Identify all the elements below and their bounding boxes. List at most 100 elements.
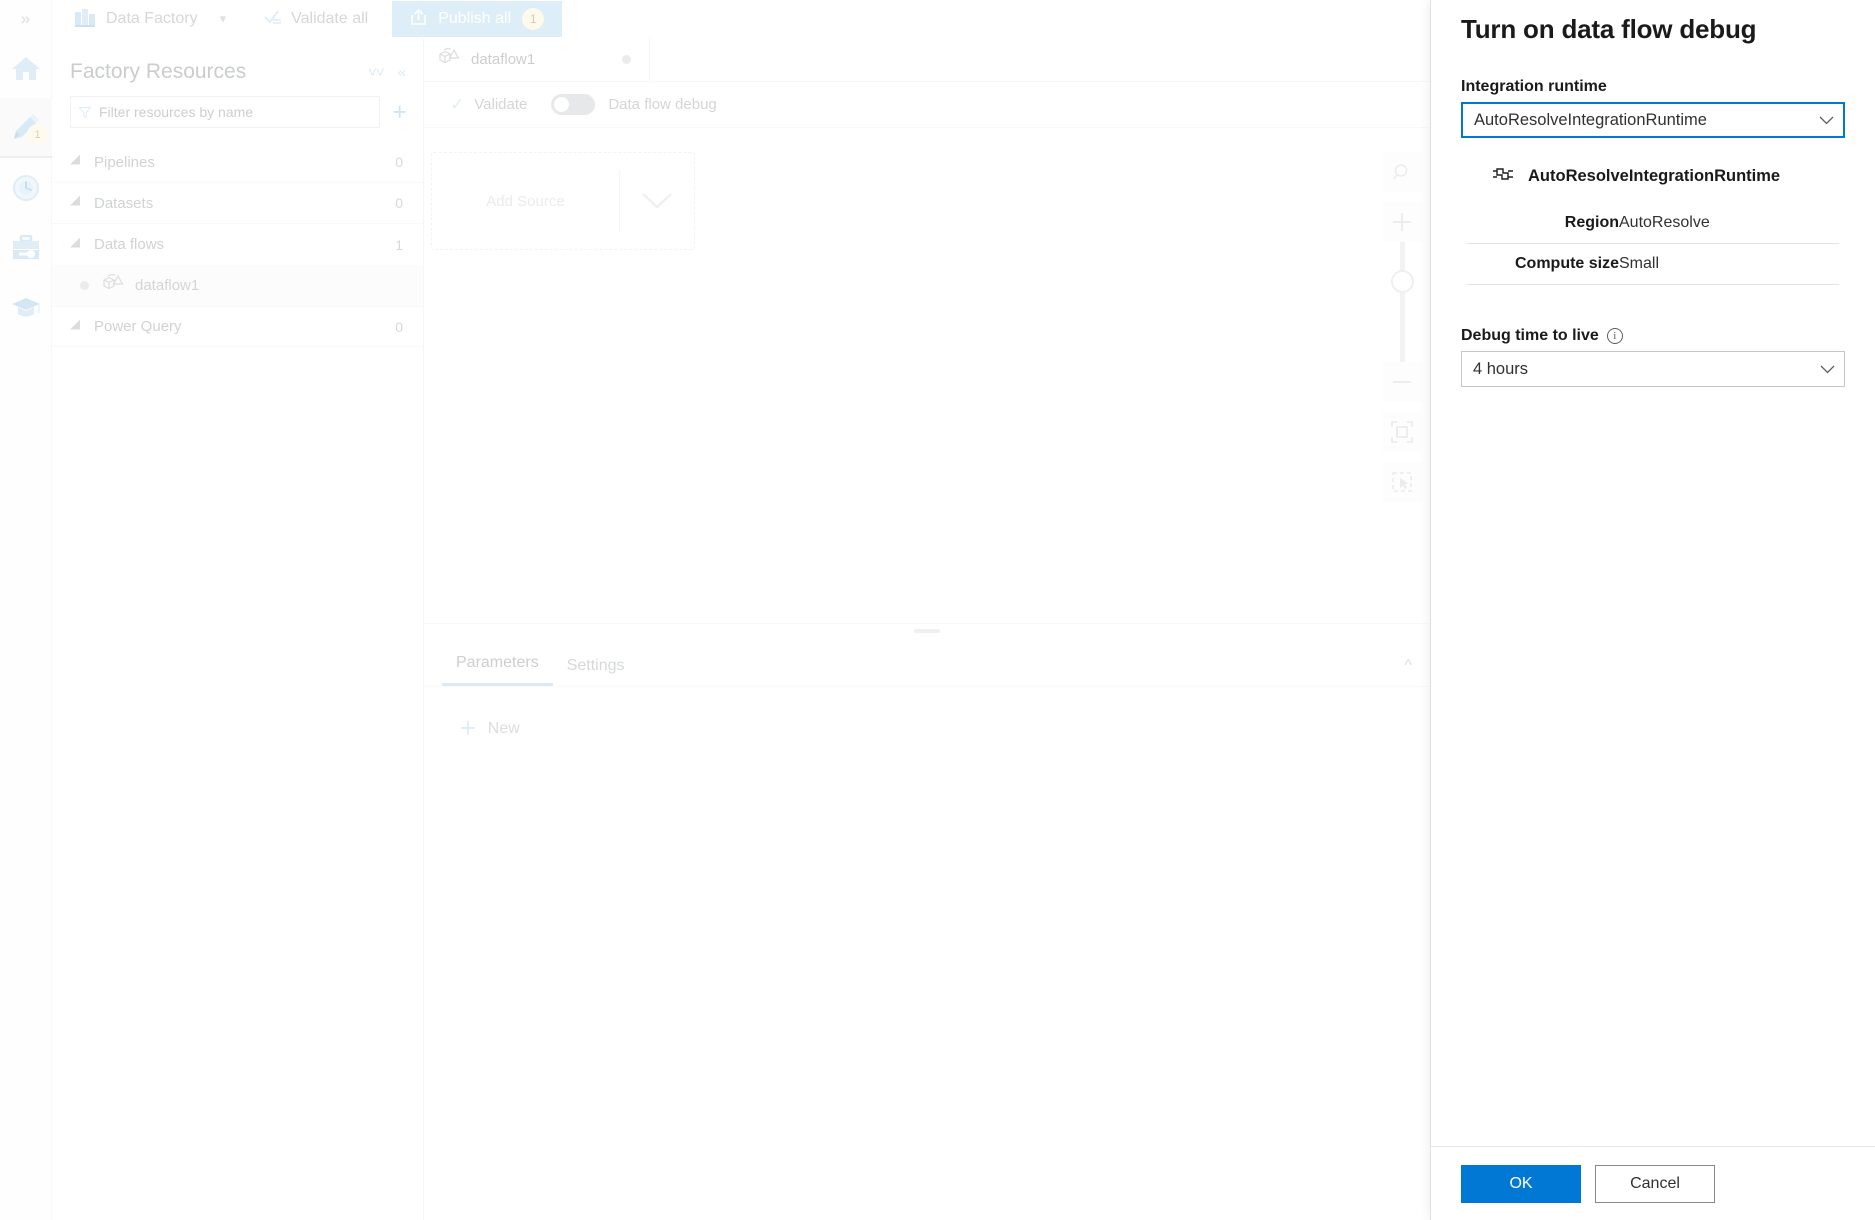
left-nav-rail: » 1 — [0, 0, 52, 1220]
search-input[interactable] — [99, 104, 372, 120]
sidebar-filter-row: + — [52, 94, 423, 128]
rail-item-author[interactable]: 1 — [0, 98, 52, 158]
canvas-zoom-tools — [1382, 152, 1422, 502]
integration-runtime-details-card: AutoResolveIntegrationRuntime Region Aut… — [1461, 166, 1845, 285]
panel-title: Turn on data flow debug — [1461, 14, 1757, 44]
chevron-down-icon[interactable]: ▾ — [220, 11, 227, 27]
runtime-properties-table: Region AutoResolve Compute size Small — [1467, 203, 1839, 285]
tree-node-pipelines[interactable]: Pipelines 0 — [52, 142, 423, 183]
debug-ttl-value: 4 hours — [1473, 359, 1529, 378]
caret-icon — [70, 319, 85, 334]
tree-count: 1 — [395, 236, 403, 253]
zoom-slider[interactable] — [1382, 242, 1422, 362]
add-resource-button[interactable]: + — [392, 99, 407, 125]
add-source-node[interactable]: Add Source — [431, 152, 695, 250]
plus-icon: + — [460, 713, 476, 743]
property-key: Compute size — [1514, 255, 1619, 272]
validate-label: Validate — [474, 96, 528, 113]
ok-button[interactable]: OK — [1461, 1164, 1581, 1203]
tree-node-power-query[interactable]: Power Query 0 — [52, 306, 423, 347]
rail-item-home[interactable] — [0, 38, 52, 98]
top-command-bar: Data Factory ▾ Validate all Publish all … — [52, 0, 1430, 38]
double-chevron-left-icon[interactable]: « — [398, 64, 406, 81]
learning-cap-icon — [12, 298, 40, 317]
validate-check-icon — [264, 9, 282, 30]
zoom-out-minus-icon[interactable] — [1382, 362, 1422, 402]
tree-count: 0 — [395, 318, 403, 335]
property-key: Region — [1564, 214, 1619, 231]
double-chevron-down-icon[interactable]: ˅˅ — [368, 64, 385, 81]
tab-dataflow1[interactable]: dataflow1 — [424, 38, 650, 81]
publish-upload-icon — [410, 8, 427, 31]
status-dot-icon — [80, 281, 89, 290]
filter-resources-field[interactable] — [70, 96, 381, 128]
manage-toolbox-icon — [13, 235, 39, 259]
cancel-button[interactable]: Cancel — [1595, 1164, 1715, 1203]
rail-item-manage[interactable] — [0, 218, 52, 278]
publish-all-button[interactable]: Publish all 1 — [392, 1, 563, 37]
dataflow-canvas[interactable]: Add Source — [424, 128, 1430, 623]
debug-ttl-select[interactable]: 4 hours — [1461, 351, 1845, 387]
info-icon[interactable]: i — [1606, 328, 1623, 344]
data-flow-debug-toggle[interactable] — [551, 94, 596, 115]
resource-tree: Pipelines 0 Datasets 0 Data flows 1 data… — [52, 142, 423, 347]
debug-ttl-label: Debug time to live — [1461, 327, 1599, 344]
select-marquee-icon[interactable] — [1382, 462, 1422, 502]
search-zoom-icon[interactable] — [1382, 152, 1422, 192]
tab-status-dot-icon — [622, 55, 631, 64]
funnel-icon — [79, 106, 91, 118]
runtime-name: AutoResolveIntegrationRuntime — [1528, 167, 1781, 185]
debug-ttl-label-row: Debug time to live i — [1461, 327, 1845, 345]
data-flow-debug-label: Data flow debug — [608, 96, 717, 113]
tree-node-datasets[interactable]: Datasets 0 — [52, 183, 423, 224]
validate-button[interactable]: ✓ Validate — [450, 95, 527, 115]
integration-runtime-select[interactable]: AutoResolveIntegrationRuntime — [1461, 102, 1845, 138]
author-badge-count: 1 — [27, 124, 48, 145]
caret-icon — [70, 195, 85, 211]
property-value: AutoResolve — [1619, 214, 1710, 231]
validate-all-button[interactable]: Validate all — [264, 9, 368, 30]
turn-on-data-flow-debug-panel: Turn on data flow debug Integration runt… — [1430, 0, 1875, 1220]
table-row: Region AutoResolve — [1467, 203, 1839, 244]
rail-expand-button[interactable]: » — [0, 0, 51, 38]
fit-to-screen-icon[interactable] — [1382, 412, 1422, 452]
page-title: Factory Resources — [70, 60, 247, 83]
home-icon — [12, 57, 40, 80]
tree-label: Datasets — [94, 194, 154, 212]
table-row: Compute size Small — [1467, 244, 1839, 285]
tab-label: dataflow1 — [471, 51, 536, 68]
new-parameter-button[interactable]: + New — [424, 687, 1430, 742]
tree-count: 0 — [395, 195, 403, 211]
publish-all-label: Publish all — [438, 10, 512, 27]
chevron-up-icon[interactable]: ^ — [1404, 657, 1412, 686]
add-source-chevron-down-icon[interactable] — [620, 191, 694, 211]
integration-runtime-label: Integration runtime — [1461, 78, 1607, 95]
dataflow-editor: dataflow1 ✓ Validate Data flow debug Add… — [424, 38, 1430, 1220]
list-item-dataflow1[interactable]: dataflow1 — [52, 265, 423, 306]
product-name-label: Data Factory — [106, 10, 198, 27]
zoom-slider-track — [1400, 242, 1405, 362]
rail-item-learning[interactable] — [0, 278, 52, 338]
tree-label: Power Query — [94, 318, 182, 335]
dataflow-icon — [438, 47, 460, 72]
double-chevron-right-icon: » — [20, 9, 31, 28]
sidebar-header: Factory Resources ˅˅ « — [52, 38, 423, 94]
rail-item-monitor[interactable] — [0, 158, 52, 218]
app-background-dimmed: » 1 Data Factory ▾ Validate all Publish … — [0, 0, 1430, 1220]
factory-resources-sidebar: Factory Resources ˅˅ « + Pipelines 0 — [52, 38, 424, 1220]
zoom-in-plus-icon[interactable] — [1382, 202, 1422, 242]
tree-label: Pipelines — [94, 153, 155, 171]
zoom-slider-thumb[interactable] — [1391, 270, 1414, 293]
panel-footer: OK Cancel — [1431, 1146, 1875, 1220]
integration-runtime-value: AutoResolveIntegrationRuntime — [1474, 110, 1707, 129]
chevron-down-icon — [1819, 113, 1834, 128]
tab-parameters[interactable]: Parameters — [442, 654, 553, 686]
tree-label: Data flows — [94, 236, 165, 253]
list-item-label: dataflow1 — [135, 277, 200, 294]
panel-splitter[interactable] — [424, 623, 1430, 637]
tab-settings[interactable]: Settings — [553, 657, 639, 686]
dataflow-tab-bar: dataflow1 — [424, 38, 1430, 82]
tree-node-data-flows[interactable]: Data flows 1 — [52, 224, 423, 265]
caret-icon — [70, 237, 85, 252]
add-source-label: Add Source — [486, 192, 565, 210]
